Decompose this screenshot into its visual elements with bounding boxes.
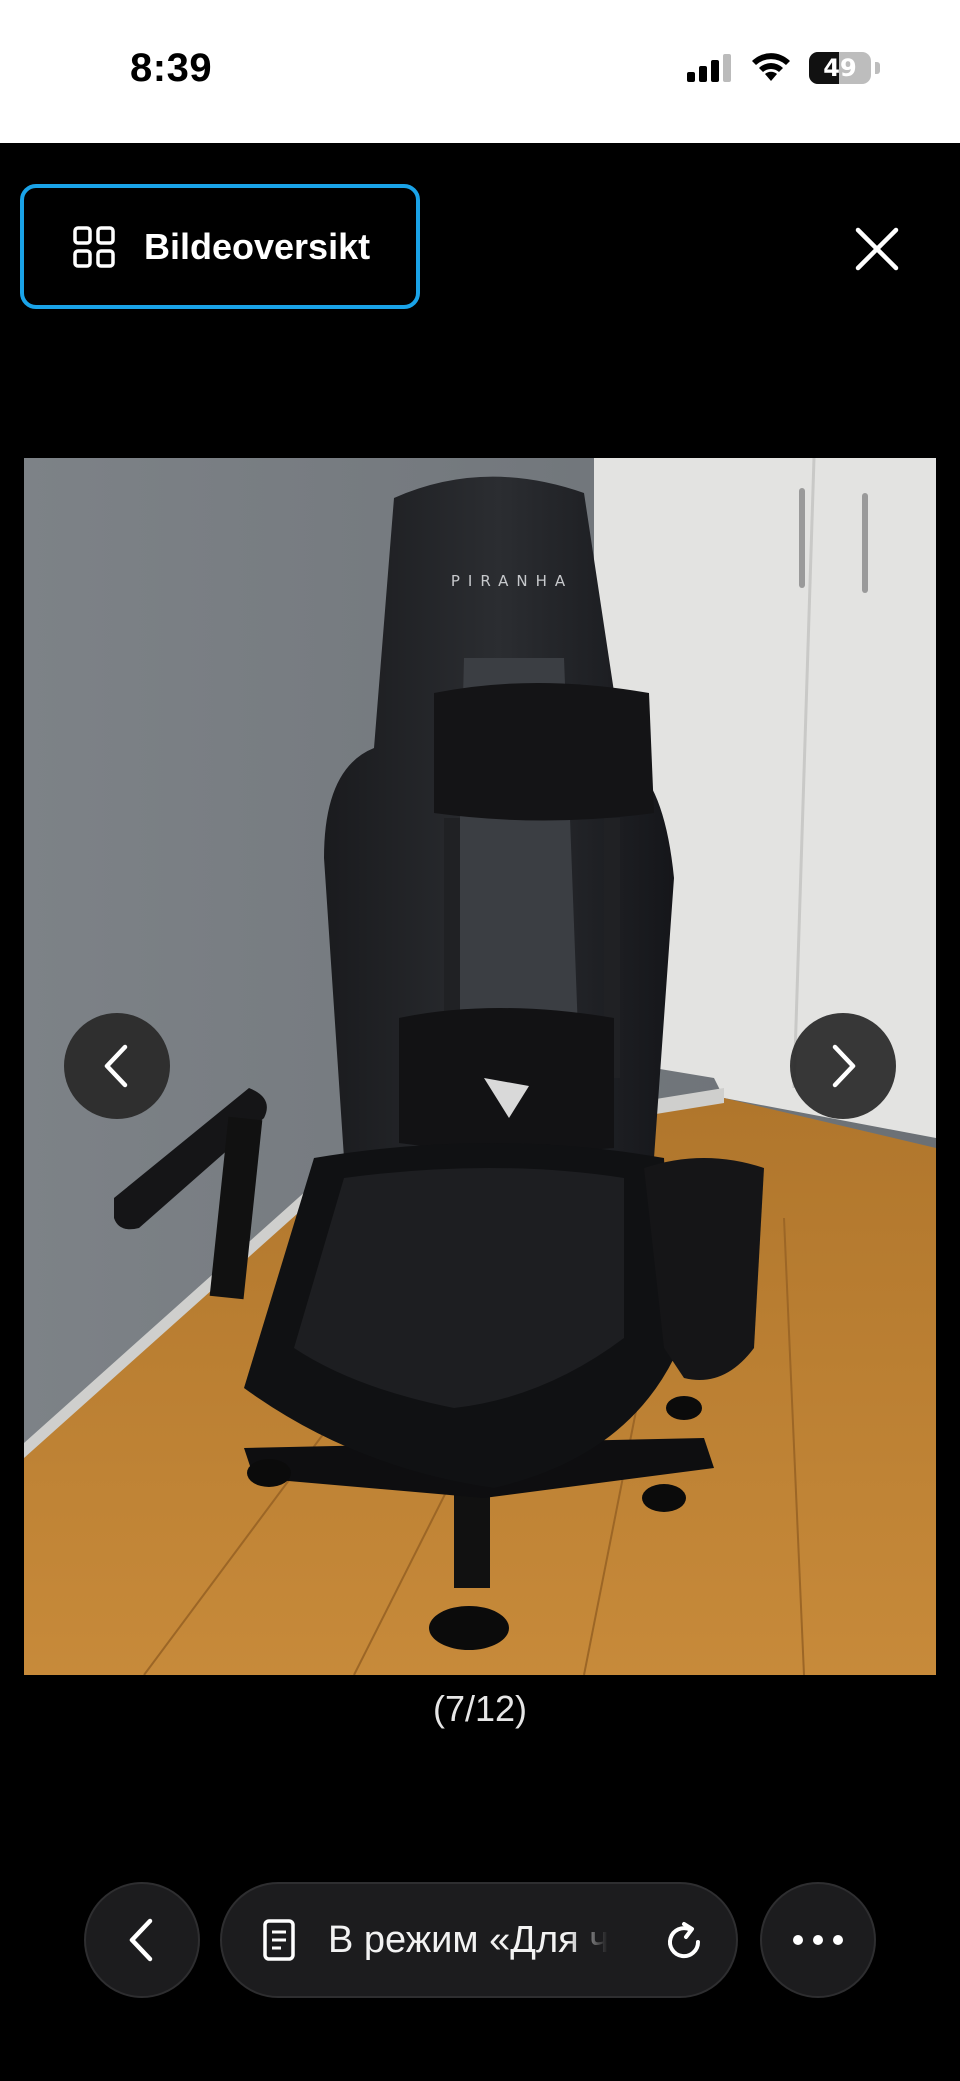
chevron-left-icon — [104, 1044, 128, 1088]
cellular-signal-icon — [687, 54, 731, 82]
grid-icon — [73, 225, 115, 268]
image-overview-button[interactable]: Bildeoversikt — [20, 184, 420, 309]
chevron-right-icon — [832, 1044, 856, 1088]
close-button[interactable] — [850, 222, 904, 276]
image-counter: (7/12) — [432, 1688, 528, 1729]
wifi-icon — [752, 53, 790, 81]
address-bar[interactable]: В режим «Для чтения» — [220, 1882, 738, 1998]
more-options-button[interactable] — [760, 1882, 876, 1998]
reload-icon[interactable] — [662, 1920, 706, 1964]
status-bar: 8:39 49 — [0, 0, 960, 143]
ellipsis-icon — [793, 1935, 843, 1945]
battery-cap — [875, 62, 880, 74]
status-time: 8:39 — [130, 46, 213, 90]
photo-brand-text: PIRANHA — [451, 572, 573, 590]
previous-image-button[interactable] — [64, 1013, 170, 1119]
next-image-button[interactable] — [790, 1013, 896, 1119]
status-icons: 49 — [687, 52, 880, 84]
image-overview-label: Bildeoversikt — [144, 225, 371, 267]
chevron-left-icon — [129, 1918, 153, 1962]
browser-back-button[interactable] — [84, 1882, 200, 1998]
close-icon — [855, 227, 899, 271]
battery-icon: 49 — [809, 52, 871, 84]
battery-level: 49 — [823, 54, 857, 82]
document-icon — [263, 1919, 295, 1961]
reader-mode-text: В режим «Для чтения» — [328, 1918, 608, 1961]
